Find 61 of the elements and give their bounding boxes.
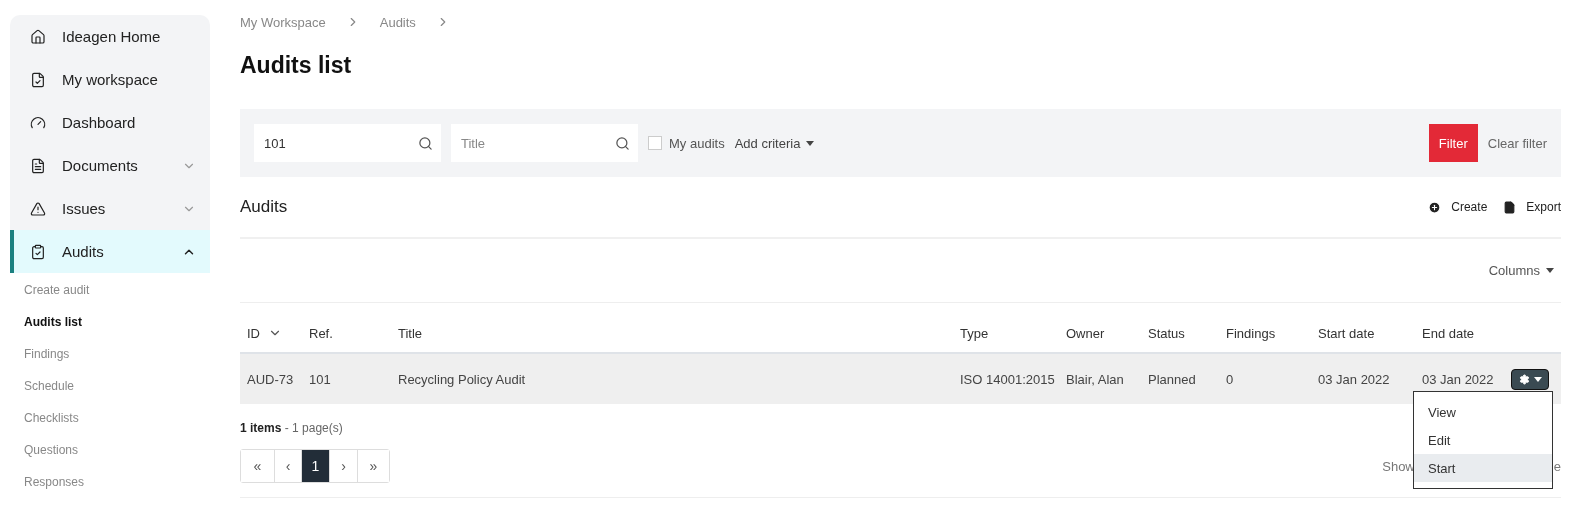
page-size-text: e xyxy=(1553,458,1561,474)
column-header[interactable]: ID xyxy=(247,325,260,341)
breadcrumb-link[interactable]: My Workspace xyxy=(240,14,326,30)
page-title: Audits list xyxy=(240,52,353,80)
search-icon xyxy=(615,135,630,151)
table-cell: Recycling Policy Audit xyxy=(398,371,526,387)
column-header[interactable]: Ref. xyxy=(309,325,333,341)
clipboard-icon xyxy=(30,243,46,260)
clear-filter-button[interactable]: Clear filter xyxy=(1487,135,1547,151)
warning-icon xyxy=(30,200,46,217)
table-cell: 03 Jan 2022 xyxy=(1318,371,1390,387)
submenu-item[interactable]: Checklists xyxy=(24,410,79,442)
table-cell: 0 xyxy=(1226,371,1234,387)
sidebar-item[interactable]: Documents xyxy=(10,144,210,187)
document-icon xyxy=(30,157,46,174)
home-icon xyxy=(30,28,46,45)
document-check-icon xyxy=(30,71,46,88)
column-header[interactable]: Title xyxy=(398,325,423,341)
sidebar-item[interactable]: My workspace xyxy=(10,58,210,101)
table-cell: Blair, Alan xyxy=(1066,371,1124,387)
gear-icon xyxy=(1518,373,1530,385)
my-audits-checkbox[interactable]: My audits xyxy=(648,135,725,151)
actions-dropdown-button[interactable] xyxy=(1511,368,1549,390)
action-button[interactable]: Create xyxy=(1428,200,1488,214)
column-header[interactable]: Status xyxy=(1148,325,1185,341)
menu-item[interactable]: Start xyxy=(1414,454,1552,482)
pagination-button[interactable]: » xyxy=(357,450,389,482)
sidebar-item[interactable]: Issues xyxy=(10,187,210,230)
submenu-item[interactable]: Responses xyxy=(24,474,85,506)
table-cell: Planned xyxy=(1148,371,1196,387)
columns-dropdown[interactable]: Columns xyxy=(1488,263,1554,278)
sidebar-item[interactable]: Audits xyxy=(10,230,210,273)
section-title: Audits xyxy=(240,197,289,217)
filter-button[interactable]: Filter xyxy=(1428,124,1478,162)
submenu-item[interactable]: Findings xyxy=(24,346,70,378)
breadcrumb-link[interactable]: Audits xyxy=(379,14,416,30)
search-icon xyxy=(418,135,433,151)
add-criteria-dropdown[interactable]: Add criteria xyxy=(734,135,815,151)
plus-circle-icon xyxy=(1428,200,1442,214)
column-header[interactable]: End date xyxy=(1422,325,1475,341)
action-button[interactable]: Export xyxy=(1503,200,1561,214)
table-cell: ISO 14001:2015 xyxy=(960,371,1055,387)
title-search-field[interactable]: Title xyxy=(451,124,638,162)
column-header[interactable]: Type xyxy=(960,325,989,341)
search-field[interactable]: 101 xyxy=(254,124,441,162)
column-header[interactable]: Start date xyxy=(1318,325,1375,341)
file-icon xyxy=(1503,200,1517,214)
pagination-button[interactable]: 1 xyxy=(301,450,329,482)
gauge-icon xyxy=(30,114,46,131)
sidebar-item[interactable]: Ideagen Home xyxy=(10,15,210,58)
table-cell: 03 Jan 2022 xyxy=(1422,371,1494,387)
submenu-item[interactable]: Questions xyxy=(24,442,79,474)
column-header[interactable]: Owner xyxy=(1066,325,1105,341)
column-header[interactable]: Findings xyxy=(1226,325,1276,341)
submenu-item[interactable]: Schedule xyxy=(24,378,75,410)
submenu-item[interactable]: Audits list xyxy=(24,314,82,346)
submenu-item[interactable]: Create audit xyxy=(24,282,90,314)
sidebar-item[interactable]: Dashboard xyxy=(10,101,210,144)
table-cell: 101 xyxy=(309,371,331,387)
table-cell: AUD-73 xyxy=(247,371,294,387)
items-summary: 1 items - 1 page(s) xyxy=(240,421,344,437)
